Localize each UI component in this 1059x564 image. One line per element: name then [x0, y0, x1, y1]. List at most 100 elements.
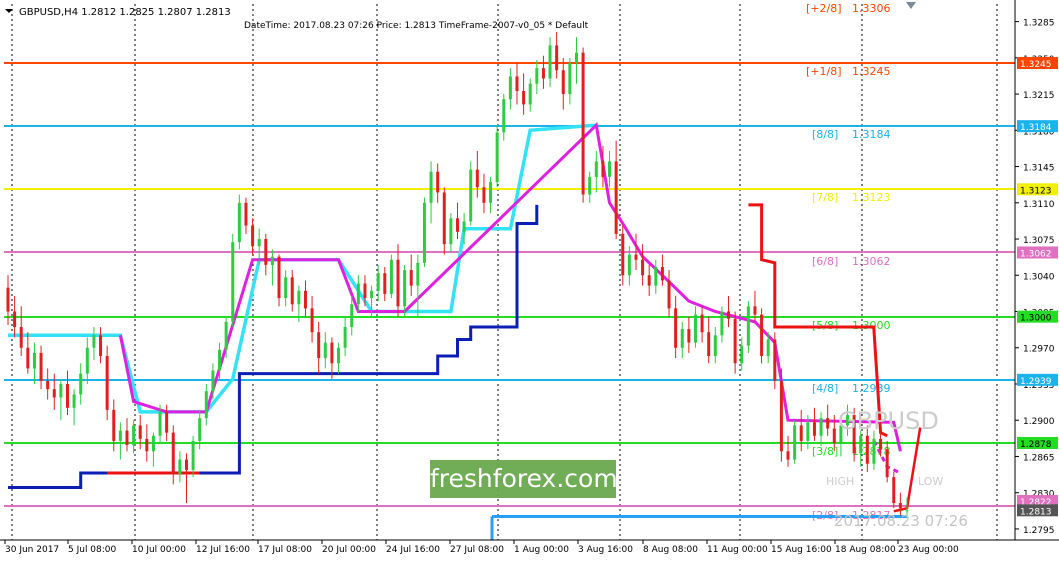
murrey-level-label: [7/8]	[812, 191, 838, 204]
candle-body	[621, 233, 625, 276]
candle-body	[211, 370, 215, 392]
candle-body	[819, 418, 823, 436]
candle-body	[138, 425, 142, 439]
candle-body	[330, 342, 334, 364]
time-tick-label: 30 Jun 2017	[5, 545, 59, 555]
price-tick-label: 1.3040	[1023, 272, 1055, 282]
murrey-level-price: 1.2878	[852, 445, 891, 458]
time-tick-label: 3 Aug 16:00	[578, 545, 633, 555]
time-tick-label: 18 Aug 08:00	[835, 545, 896, 555]
datetime-big-text: 2017.08.23 07:26	[834, 512, 968, 530]
candle-body	[158, 411, 162, 436]
chart-area[interactable]: [+2/8] 1.3306 [+1/8] 1.3245 [8/8] 1.3184 [7/8]…	[0, 0, 1059, 560]
candle-body	[793, 425, 797, 460]
symbol-ohlc-line: GBPUSD,H4 1.2812 1.2825 1.2807 1.2813	[19, 7, 231, 18]
candle-body	[720, 311, 724, 336]
murrey-level-price: 1.3184	[852, 128, 891, 141]
candle-body	[370, 290, 374, 299]
candle-body	[733, 318, 737, 364]
candle-body	[323, 342, 327, 359]
candle-body	[409, 270, 413, 286]
candle-body	[760, 314, 764, 357]
candle-body	[284, 277, 288, 299]
price-tick-label: 1.3110	[1023, 200, 1055, 210]
candle-body	[515, 76, 519, 91]
candle-body	[826, 418, 830, 429]
candle-body	[132, 425, 136, 446]
candle-body	[601, 161, 605, 177]
candle-body	[859, 435, 863, 454]
candle-body	[178, 459, 182, 475]
murrey-level-label: [+2/8]	[806, 2, 842, 15]
time-tick-label: 1 Aug 00:00	[514, 545, 569, 555]
time-tick-label: 12 Jul 16:00	[196, 545, 250, 555]
candle-body	[779, 380, 783, 452]
candle-body	[707, 332, 711, 357]
murrey-level-price: 1.2939	[852, 382, 891, 395]
freshforex-watermark: freshforex.com	[430, 460, 618, 498]
candle-body	[191, 440, 195, 470]
candle-body	[449, 218, 453, 245]
price-axis-tag-label: 1.3123	[1020, 186, 1052, 196]
candle-body	[99, 335, 103, 357]
candle-body	[356, 283, 360, 305]
candle-body	[581, 52, 585, 195]
candle-body	[773, 339, 777, 381]
time-tick-label: 10 Jul 00:00	[132, 545, 186, 555]
candle-body	[548, 45, 552, 79]
time-tick-label: 5 Jul 08:00	[68, 545, 117, 555]
candle-body	[436, 171, 440, 193]
murrey-level-price: 1.3306	[852, 2, 891, 15]
candle-body	[680, 329, 684, 348]
candle-body	[482, 187, 486, 203]
candle-body	[674, 308, 678, 348]
candle-body	[224, 321, 228, 350]
candle-body	[766, 339, 770, 357]
candle-body	[641, 259, 645, 276]
scroll-shift-arrow-icon[interactable]	[906, 2, 916, 9]
candle-body	[667, 280, 671, 309]
candle-body	[303, 290, 307, 309]
price-axis-tag-label: 1.2878	[1020, 440, 1052, 450]
murrey-level-price: 1.3123	[852, 191, 891, 204]
candle-body	[363, 283, 367, 299]
candle-body	[892, 477, 896, 504]
time-tick-label: 27 Jul 08:00	[450, 545, 504, 555]
low-label: LOW	[918, 475, 943, 488]
candle-body	[270, 256, 274, 265]
candle-body	[865, 435, 869, 464]
candle-body	[237, 202, 241, 243]
candle-body	[403, 270, 407, 307]
candle-body	[799, 425, 803, 441]
time-tick-label: 20 Jul 00:00	[322, 545, 376, 555]
candle-body	[310, 308, 314, 333]
price-axis-tag-label: 1.2939	[1020, 377, 1052, 387]
candle-body	[442, 192, 446, 245]
candle-body	[59, 383, 63, 398]
candle-body	[198, 418, 202, 441]
candle-body	[429, 171, 433, 203]
candle-body	[700, 314, 704, 333]
murrey-level-label: [+1/8]	[806, 65, 842, 78]
candle-body	[350, 304, 354, 328]
price-tick-label: 1.2795	[1023, 526, 1055, 536]
candle-body	[32, 352, 36, 369]
time-tick-label: 24 Jul 16:00	[386, 545, 440, 555]
candle-body	[522, 90, 526, 105]
price-tick-label: 1.2900	[1023, 417, 1055, 427]
candle-body	[753, 306, 757, 315]
candle-body	[740, 345, 744, 364]
candle-body	[495, 132, 499, 183]
candle-body	[627, 254, 631, 276]
price-axis-tag-label: 1.3245	[1020, 60, 1052, 70]
time-tick-label: 17 Jul 08:00	[258, 545, 312, 555]
candle-body	[317, 332, 321, 359]
candle-body	[898, 503, 902, 509]
price-axis-tag-label: 1.3000	[1020, 314, 1052, 324]
price-axis-tag-label: 1.3184	[1020, 123, 1052, 133]
candle-body	[456, 218, 459, 232]
candle-body	[13, 311, 17, 328]
high-label: HIGH	[826, 475, 854, 488]
candle-body	[112, 409, 116, 441]
candle-body	[416, 262, 420, 286]
